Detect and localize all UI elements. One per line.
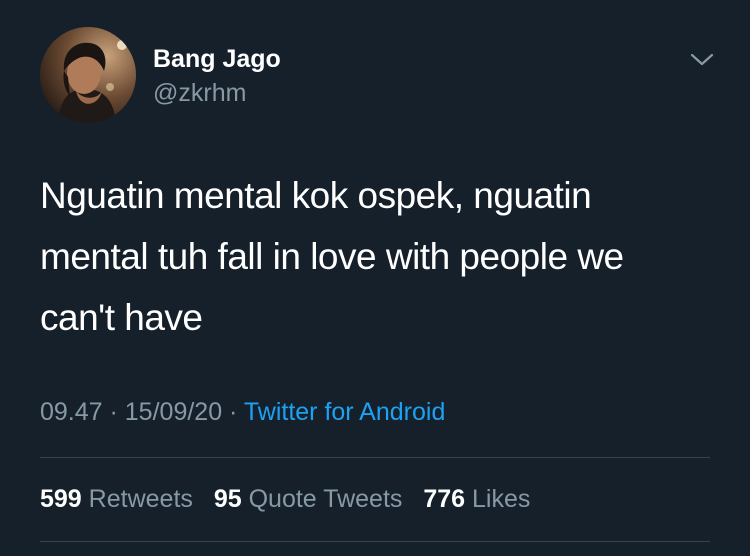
tweet-source-link[interactable]: Twitter for Android bbox=[244, 398, 445, 426]
quote-tweets-stat[interactable]: 95 Quote Tweets bbox=[214, 485, 403, 513]
retweets-label: Retweets bbox=[88, 485, 193, 513]
quote-tweets-count: 95 bbox=[213, 485, 242, 513]
likes-stat[interactable]: 776 Likes bbox=[423, 485, 530, 513]
chevron-down-icon[interactable] bbox=[688, 50, 716, 70]
tweet-stats: 599 Retweets 95 Quote Tweets 776 Likes bbox=[40, 483, 544, 515]
tweet-date[interactable]: 15/09/20 bbox=[125, 398, 222, 426]
likes-label: Likes bbox=[472, 485, 531, 513]
avatar[interactable] bbox=[40, 27, 136, 123]
user-handle[interactable]: @zkrhm bbox=[153, 78, 246, 108]
meta-separator: · bbox=[102, 398, 125, 426]
meta-separator: · bbox=[222, 398, 244, 426]
tweet-text: Nguatin mental kok ospek, nguatin mental… bbox=[40, 175, 624, 338]
tweet-time[interactable]: 09.47 bbox=[40, 398, 103, 426]
likes-count: 776 bbox=[423, 485, 466, 513]
divider bbox=[40, 457, 710, 458]
divider bbox=[40, 541, 710, 542]
quote-tweets-label: Quote Tweets bbox=[248, 485, 403, 513]
user-display-name[interactable]: Bang Jago bbox=[153, 44, 281, 74]
tweet-card: Bang Jago @zkrhm Nguatin mental kok ospe… bbox=[0, 0, 750, 556]
retweets-count: 599 bbox=[40, 485, 82, 513]
tweet-meta: 09.47 · 15/09/20 · Twitter for Android bbox=[40, 396, 445, 428]
retweets-stat[interactable]: 599 Retweets bbox=[40, 485, 193, 513]
